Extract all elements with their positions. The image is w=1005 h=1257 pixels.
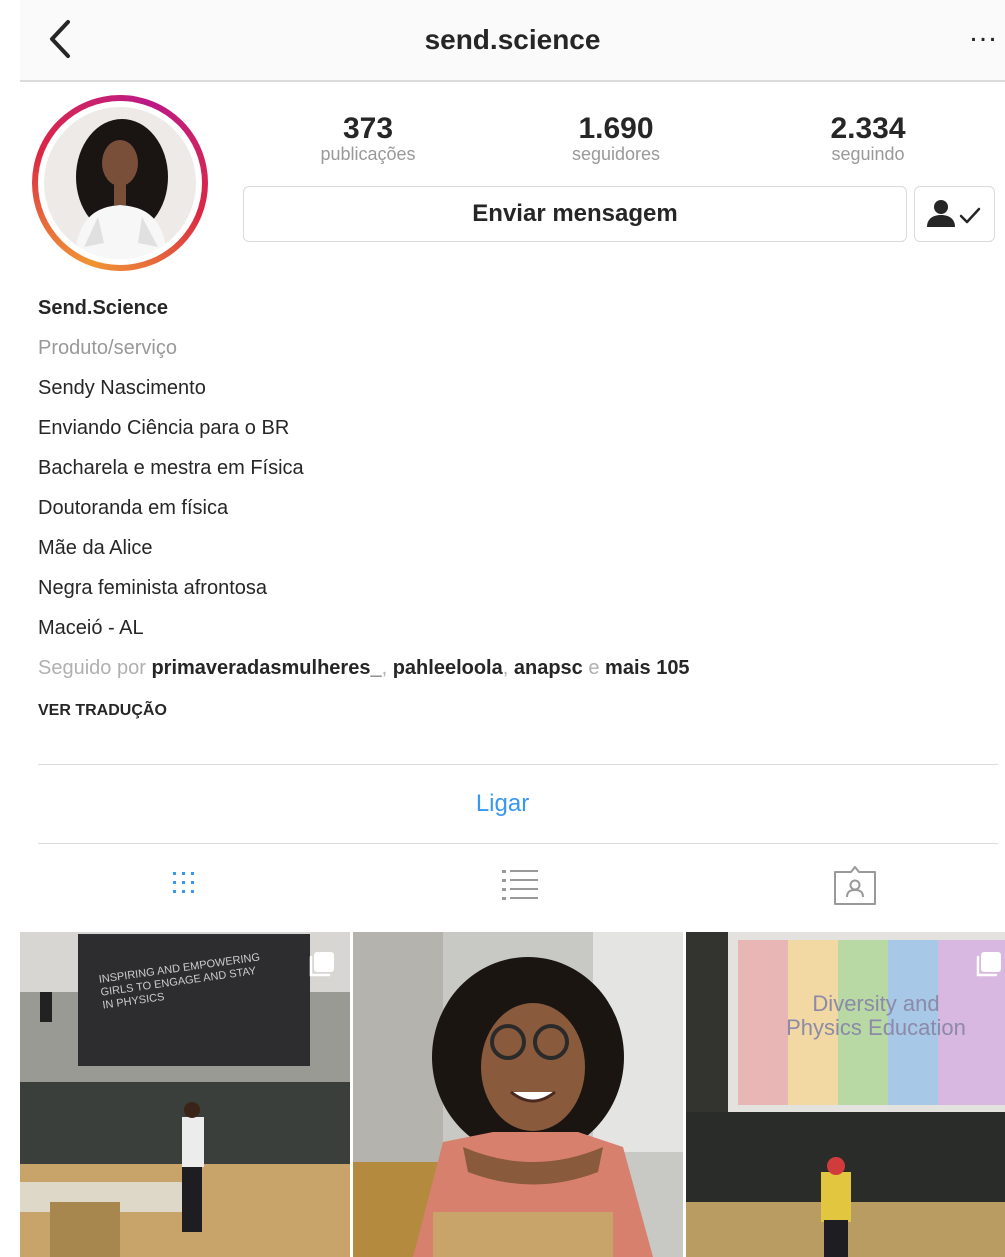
posts-label: publicações [320, 144, 416, 164]
followed-by-line[interactable]: Seguido por primaveradasmulheres_, pahle… [38, 648, 978, 688]
bio-line: Sendy Nascimento [38, 377, 206, 399]
multiple-photos-icon [976, 952, 1001, 977]
send-message-button[interactable]: Enviar mensagem [243, 186, 907, 242]
post-thumbnail[interactable]: INSPIRING AND EMPOWERING GIRLS TO ENGAGE… [20, 932, 350, 1257]
call-button[interactable]: Ligar [0, 790, 1005, 818]
tagged-icon [834, 866, 876, 905]
divider [38, 764, 998, 765]
top-bar: send.science … [20, 0, 1005, 82]
profile-name: Send.Science [38, 297, 169, 319]
post-thumbnail[interactable]: Diversity and Physics Education [686, 932, 1005, 1257]
more-options-button[interactable]: … [968, 17, 999, 47]
slide-text: Diversity and Physics Education [786, 991, 966, 1040]
tab-list[interactable] [490, 860, 550, 910]
followed-by-user[interactable]: primaveradasmulheres_ [151, 657, 381, 679]
post-thumbnail[interactable] [353, 932, 683, 1257]
stat-posts[interactable]: 373 publicações [278, 112, 458, 165]
bio-line: Negra feminista afrontosa [38, 577, 268, 599]
tab-grid[interactable] [157, 860, 217, 910]
followed-by-user[interactable]: pahleeloola [393, 657, 503, 679]
bio-line: Bacharela e mestra em Física [38, 457, 304, 479]
bio-line: Mãe da Alice [38, 537, 153, 559]
profile-username-title: send.science [424, 24, 601, 55]
divider [38, 843, 998, 844]
profile-bio: Send.Science Produto/serviço Sendy Nasci… [38, 288, 978, 688]
list-icon [502, 870, 538, 900]
following-count: 2.334 [830, 112, 906, 145]
bio-line: Maceió - AL [38, 617, 144, 639]
see-translation-link[interactable]: VER TRADUÇÃO [38, 702, 167, 720]
bio-line: Doutoranda em física [38, 497, 229, 519]
multiple-photos-icon [309, 952, 334, 977]
person-check-icon [927, 200, 981, 227]
followers-count: 1.690 [578, 112, 654, 145]
posts-count: 373 [342, 112, 394, 145]
followed-by-prefix: Seguido por [38, 657, 146, 679]
profile-avatar [44, 107, 196, 259]
grid-icon [173, 872, 194, 893]
tab-tagged[interactable] [825, 860, 885, 910]
following-label: seguindo [831, 144, 905, 164]
stat-followers[interactable]: 1.690 seguidores [526, 112, 706, 165]
profile-category: Produto/serviço [38, 337, 177, 359]
story-ring[interactable] [32, 95, 208, 271]
bio-line: Enviando Ciência para o BR [38, 417, 290, 439]
followed-by-user[interactable]: anapsc [514, 657, 583, 679]
followers-label: seguidores [571, 144, 661, 164]
posts-grid: INSPIRING AND EMPOWERING GIRLS TO ENGAGE… [20, 932, 1005, 1257]
followed-by-more[interactable]: mais 105 [605, 657, 690, 679]
stat-following[interactable]: 2.334 seguindo [778, 112, 958, 165]
following-toggle-button[interactable] [914, 186, 995, 242]
